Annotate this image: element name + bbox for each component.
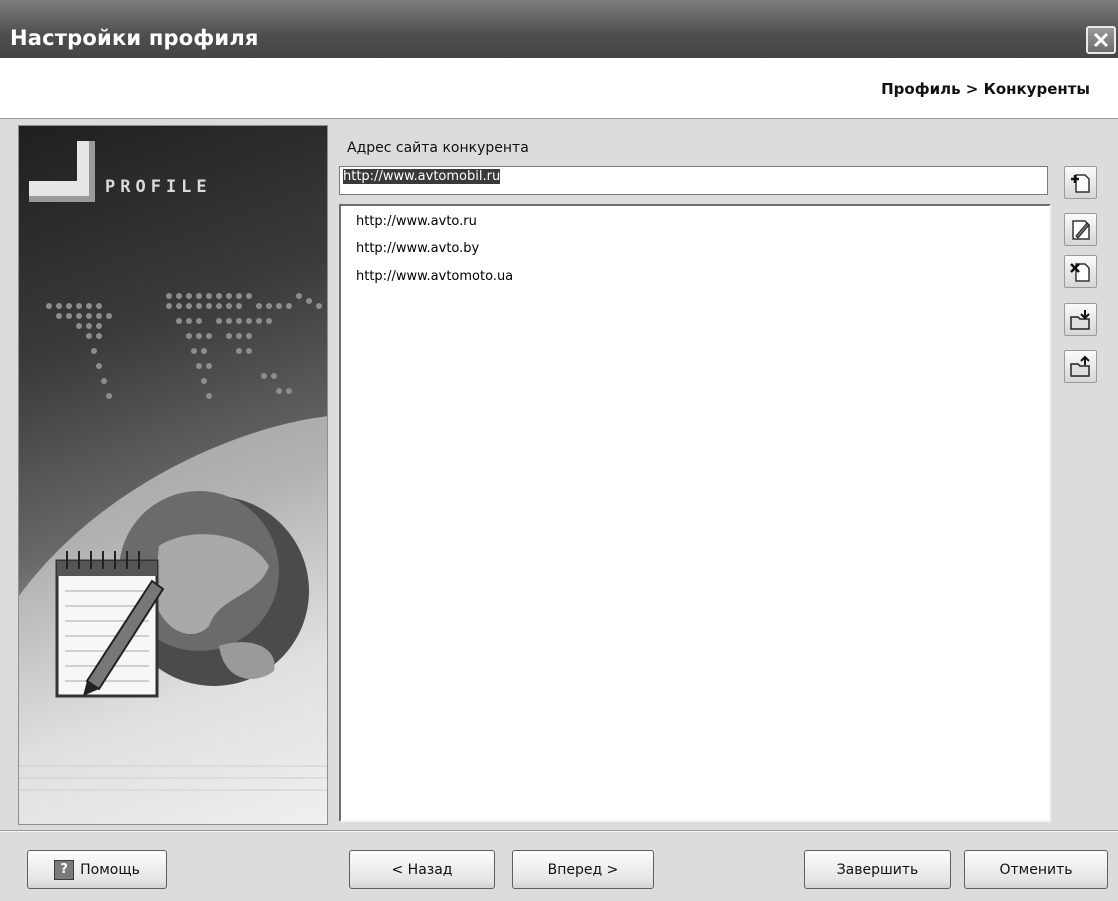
profile-logo-text: PROFILE: [105, 177, 212, 197]
finish-button-label: Завершить: [836, 861, 919, 878]
finish-button[interactable]: Завершить: [804, 850, 951, 889]
input-selected-text: http://www.avtomobil.ru: [343, 169, 501, 184]
export-button[interactable]: [1064, 350, 1097, 383]
delete-icon: [1070, 263, 1090, 282]
cancel-button-label: Отменить: [999, 861, 1073, 878]
next-button[interactable]: Вперед >: [512, 850, 654, 889]
edit-button[interactable]: [1064, 213, 1097, 246]
list-item[interactable]: http://www.avto.ru: [356, 214, 477, 229]
add-button[interactable]: [1064, 166, 1097, 199]
delete-button[interactable]: [1064, 255, 1097, 288]
next-button-label: Вперед >: [547, 861, 619, 878]
title-bar: Настройки профиля: [0, 0, 1118, 58]
cancel-button[interactable]: Отменить: [964, 850, 1108, 889]
competitor-url-input[interactable]: http://www.avtomobil.ru: [339, 166, 1048, 195]
back-button-label: < Назад: [391, 861, 453, 878]
import-button[interactable]: [1064, 303, 1097, 336]
breadcrumb: Профиль > Конкуренты: [881, 80, 1090, 98]
close-button[interactable]: [1086, 26, 1116, 54]
competitor-url-label: Адрес сайта конкурента: [347, 140, 529, 156]
add-icon: [1071, 174, 1090, 193]
footer-divider-highlight: [0, 831, 1118, 832]
help-icon: ?: [54, 859, 75, 880]
illustration-graphic: [19, 141, 327, 824]
competitor-url-list[interactable]: http://www.avto.ru http://www.avto.by ht…: [339, 204, 1051, 822]
window-title: Настройки профиля: [10, 26, 259, 50]
back-button[interactable]: < Назад: [349, 850, 495, 889]
edit-icon: [1072, 220, 1090, 240]
export-icon: [1070, 355, 1090, 377]
wizard-header: Профиль > Конкуренты: [0, 58, 1118, 119]
list-item[interactable]: http://www.avtomoto.ua: [356, 269, 513, 284]
help-button-label: Помощь: [80, 861, 140, 878]
list-item[interactable]: http://www.avto.by: [356, 241, 479, 256]
sidebar-illustration: PROFILE: [18, 125, 328, 825]
close-icon: [1093, 32, 1109, 48]
help-button[interactable]: ? Помощь: [27, 850, 167, 889]
import-icon: [1070, 310, 1090, 330]
